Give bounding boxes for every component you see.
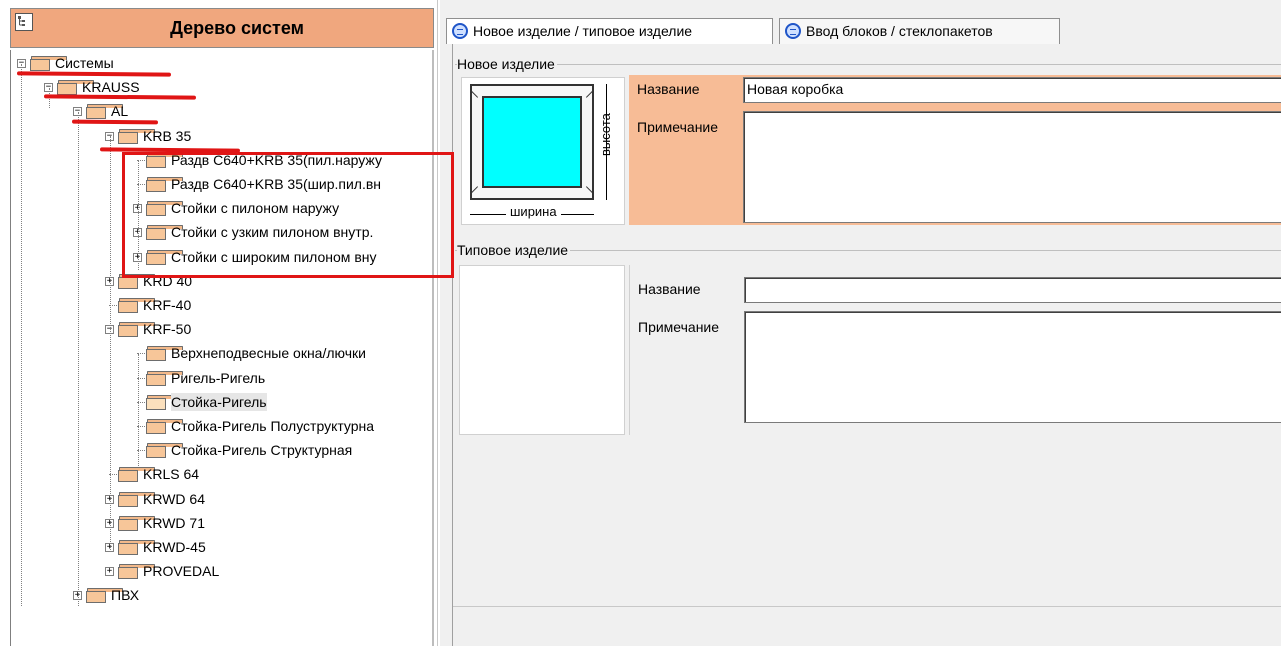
new-product-fields: Название Новая коробка Примечание (629, 75, 1281, 225)
tab-blocks-input[interactable]: Ввод блоков / стеклопакетов (779, 18, 1060, 44)
tree-node-label: Стойка-Ригель Полуструктурна (171, 418, 375, 434)
tree-node-label: KRWD-45 (143, 539, 206, 555)
frame-corner (585, 186, 594, 194)
tree-connector (21, 64, 22, 606)
expand-icon[interactable]: + (105, 567, 114, 577)
tree-connector (78, 112, 79, 606)
folder-icon (57, 80, 94, 96)
folder-icon (146, 346, 183, 362)
folder-icon (146, 443, 183, 459)
list-icon (452, 23, 468, 39)
width-label: ширина (506, 204, 561, 219)
folder-icon (118, 491, 155, 507)
folder-icon (118, 298, 155, 313)
red-underline (71, 119, 159, 125)
name-label: Название (637, 81, 700, 97)
tree-node-label: Ригель-Ригель (171, 369, 266, 386)
group-title: Типовое изделие (457, 242, 571, 258)
folder-open-icon (146, 394, 183, 410)
tree-node-label: KRF-40 (143, 297, 192, 313)
tree-node-label: PROVEDAL (143, 563, 220, 580)
folder-icon (118, 564, 155, 580)
note-label: Примечание (637, 119, 719, 135)
window-frame (470, 84, 594, 200)
typical-note-input[interactable] (744, 311, 1281, 423)
tab-label: Новое изделие / типовое изделие (473, 23, 693, 39)
product-panel: Новое изделие / типовое изделие Ввод бло… (440, 0, 1281, 646)
tab-new-product[interactable]: Новое изделие / типовое изделие (446, 18, 773, 44)
name-label: Название (638, 281, 701, 297)
height-label: высота (598, 113, 613, 156)
frame-corner (585, 90, 594, 98)
tree-node-label: ПВХ (111, 587, 140, 604)
typical-preview[interactable] (459, 265, 625, 435)
tree-node-label: AL (111, 103, 129, 120)
status-divider (453, 606, 1281, 607)
frame-corner (470, 90, 479, 98)
folder-icon (118, 467, 155, 483)
new-product-group: Новое изделие высота ширина Название Нов… (455, 56, 1281, 260)
folder-icon (118, 540, 155, 555)
tree-node-label: Верхнеподвесные окна/лючки (171, 345, 366, 362)
window-glass (482, 96, 582, 188)
folder-icon (30, 56, 67, 71)
group-title: Новое изделие (457, 56, 557, 72)
tree-node-label: KRB 35 (143, 127, 192, 144)
tree-node-label: KRLS 64 (143, 466, 200, 483)
typical-name-input[interactable] (744, 277, 1281, 303)
tab-page: Новое изделие высота ширина Название Нов… (452, 44, 1281, 646)
note-input[interactable] (743, 111, 1281, 223)
tree-node-label: KRWD 64 (143, 490, 205, 507)
folder-icon (118, 128, 155, 144)
tree-connector (138, 354, 139, 466)
name-input[interactable]: Новая коробка (743, 77, 1281, 103)
product-preview[interactable]: высота ширина (461, 77, 625, 225)
tree-node-label: KRF-50 (143, 321, 192, 338)
folder-icon (86, 104, 123, 120)
note-label: Примечание (638, 319, 720, 335)
tree-view[interactable]: − Системы − KRAUSS − AL − KRB 35 Раздв С640+KRB … (10, 50, 434, 646)
tree-node-label: Системы (55, 55, 114, 71)
typical-product-fields: Название Примечание (629, 265, 1281, 435)
frame-corner (470, 186, 479, 194)
tab-label: Ввод блоков / стеклопакетов (806, 23, 993, 39)
folder-icon (118, 515, 155, 531)
red-highlight-box (122, 152, 454, 278)
tab-strip: Новое изделие / типовое изделие Ввод бло… (440, 12, 1281, 44)
folder-icon (146, 419, 183, 434)
tree-title: Дерево систем (170, 18, 304, 38)
tree-node-label: KRAUSS (82, 79, 140, 96)
folder-icon (118, 322, 155, 338)
typical-product-group: Типовое изделие Название Примечание (455, 242, 1281, 440)
tree-node-label: Стойка-Ригель Структурная (171, 442, 353, 459)
tree-connector (110, 136, 111, 550)
tree-header: Дерево систем (10, 8, 434, 48)
tree-scroll-edge (432, 50, 434, 646)
folder-icon (86, 588, 123, 604)
tree-node-label: KRWD 71 (143, 514, 205, 531)
tree-node-label: Стойка-Ригель (171, 392, 267, 411)
folder-icon (146, 370, 183, 386)
list-icon (785, 23, 801, 39)
